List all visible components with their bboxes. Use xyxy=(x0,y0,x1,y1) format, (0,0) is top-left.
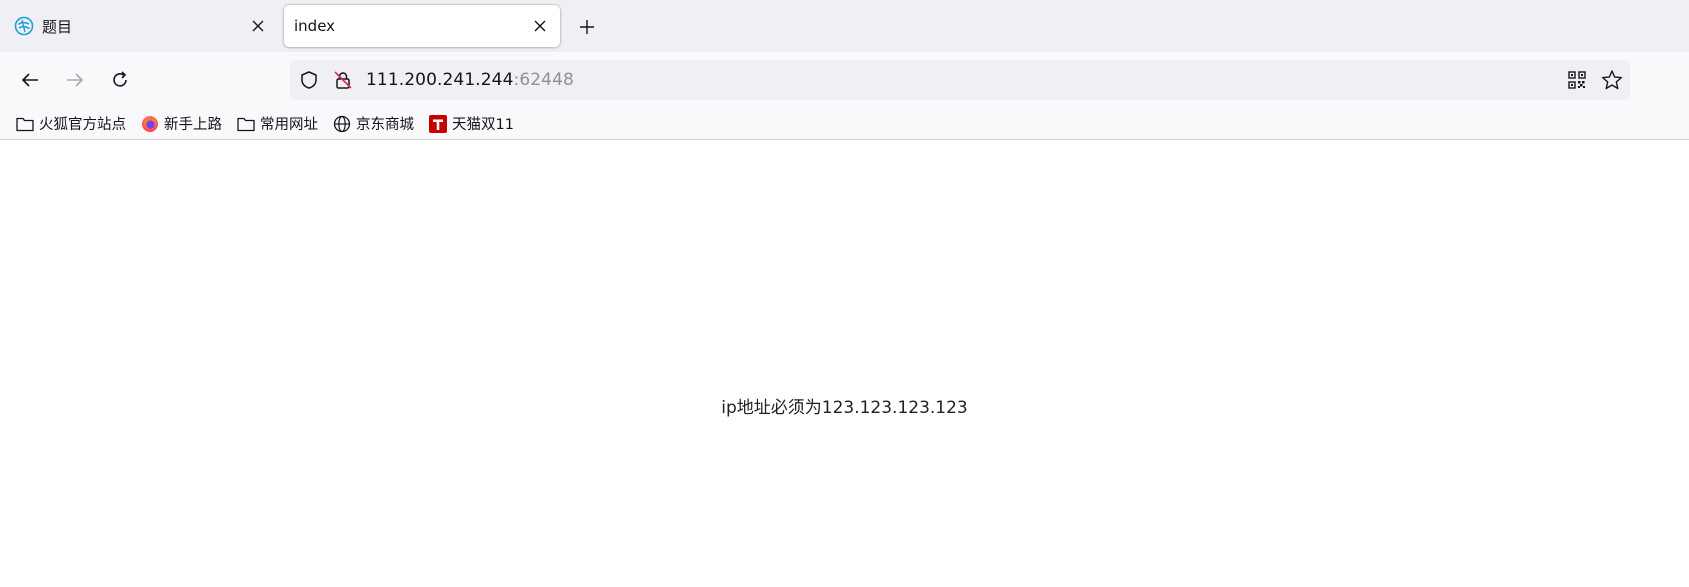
bookmark-firefox-official[interactable]: 火狐官方站点 xyxy=(16,113,126,134)
bookmark-label: 火狐官方站点 xyxy=(39,117,126,133)
folder-icon xyxy=(237,115,255,133)
close-icon[interactable] xyxy=(246,14,270,38)
bookmark-getting-started[interactable]: 新手上路 xyxy=(141,113,222,134)
tab-title: index xyxy=(294,17,336,35)
shield-icon[interactable] xyxy=(298,69,320,91)
site-favicon-icon xyxy=(14,16,34,36)
tab-strip: 题目 index xyxy=(0,0,1689,52)
insecure-lock-icon[interactable] xyxy=(332,69,354,91)
bookmark-label: 新手上路 xyxy=(164,117,222,133)
tab-title: 题目 xyxy=(42,17,73,36)
url-host: 111.200.241.244 xyxy=(366,70,514,90)
bookmark-tmall[interactable]: 天猫双11 xyxy=(429,113,514,134)
qr-code-icon[interactable] xyxy=(1566,69,1588,91)
new-tab-button[interactable] xyxy=(573,13,601,41)
arrow-left-icon xyxy=(21,73,38,87)
star-bookmark-icon[interactable] xyxy=(1601,69,1623,91)
bookmark-jd[interactable]: 京东商城 xyxy=(333,113,414,134)
tmall-icon xyxy=(429,114,447,133)
bookmarks-toolbar: 火狐官方站点 新手上路 常用网址 京东商城 天猫双11 xyxy=(0,108,1689,140)
bookmark-label: 常用网址 xyxy=(260,117,318,133)
bookmark-label: 天猫双11 xyxy=(452,117,514,133)
close-icon[interactable] xyxy=(528,14,552,38)
tab-timu[interactable]: 题目 xyxy=(6,5,278,47)
navigation-toolbar: 111.200.241.244:62448 xyxy=(0,52,1689,108)
url-port: :62448 xyxy=(513,70,574,90)
arrow-right-icon xyxy=(67,73,84,87)
plus-icon xyxy=(580,20,594,34)
page-message: ip地址必须为123.123.123.123 xyxy=(721,398,968,418)
reload-icon xyxy=(113,71,127,87)
back-button[interactable] xyxy=(14,64,46,96)
firefox-icon xyxy=(141,115,159,133)
page-content: ip地址必须为123.123.123.123 xyxy=(0,141,1689,587)
bookmark-label: 京东商城 xyxy=(356,117,414,133)
globe-icon xyxy=(333,115,351,133)
address-bar[interactable]: 111.200.241.244:62448 xyxy=(290,60,1630,100)
forward-button[interactable] xyxy=(59,64,91,96)
reload-button[interactable] xyxy=(104,64,136,96)
bookmark-common-sites[interactable]: 常用网址 xyxy=(237,113,318,134)
folder-icon xyxy=(16,115,34,133)
tab-index[interactable]: index xyxy=(284,5,560,47)
url-text[interactable]: 111.200.241.244:62448 xyxy=(366,70,574,90)
